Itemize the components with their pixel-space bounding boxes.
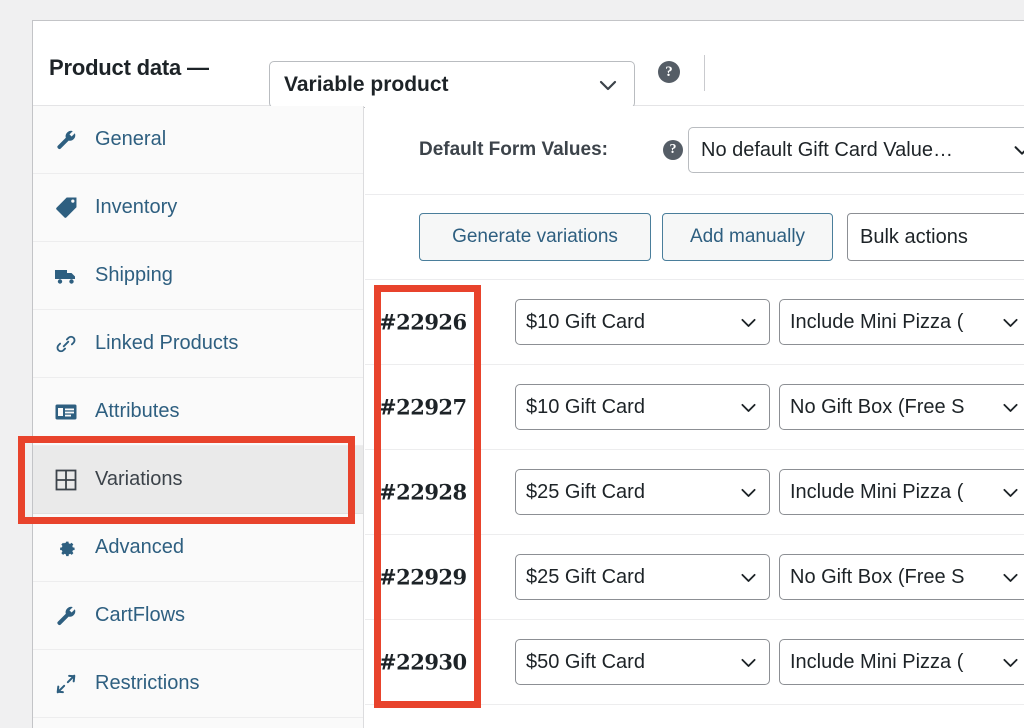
product-type-value: Variable product: [284, 73, 596, 97]
page-title: Product data —: [49, 55, 209, 81]
variation-giftbox-text: Include Mini Pizza (: [790, 311, 1000, 334]
variation-id[interactable]: #22927: [379, 395, 467, 420]
bulk-actions-select[interactable]: Bulk actions: [847, 213, 1024, 261]
product-data-panel: Product data — Variable product ? Genera…: [32, 20, 1024, 728]
variation-giftbox-select[interactable]: No Gift Box (Free S: [779, 384, 1024, 430]
wrench-icon: [53, 127, 79, 153]
default-form-values-label: Default Form Values:: [419, 139, 608, 161]
chevron-down-icon: [1000, 312, 1021, 333]
table-row: #22929 $25 Gift Card No Gift Box (Free S: [365, 535, 1024, 620]
variation-giftbox-text: Include Mini Pizza (: [790, 651, 1000, 674]
help-circle-icon[interactable]: ?: [663, 140, 683, 160]
grid-icon: [53, 467, 79, 493]
sidebar-item-linked-products[interactable]: Linked Products: [33, 310, 363, 378]
chevron-down-icon: [1011, 139, 1024, 161]
table-row: #22930 $50 Gift Card Include Mini Pizza …: [365, 620, 1024, 705]
variations-toolbar: Generate variations Add manually Bulk ac…: [365, 195, 1024, 280]
table-row: #22928 $25 Gift Card Include Mini Pizza …: [365, 450, 1024, 535]
panel-header: Product data — Variable product ?: [33, 21, 1024, 106]
product-data-tabs: General Inventory Shipping Linked Produc…: [33, 106, 364, 728]
variation-giftbox-select[interactable]: Include Mini Pizza (: [779, 299, 1024, 345]
variation-giftbox-text: No Gift Box (Free S: [790, 566, 1000, 589]
variation-id[interactable]: #22929: [379, 565, 467, 590]
shrink-arrows-icon: [53, 671, 79, 697]
bulk-actions-value: Bulk actions: [860, 226, 1024, 249]
header-divider: [704, 55, 705, 91]
variation-value-text: $10 Gift Card: [526, 311, 738, 334]
chevron-down-icon: [596, 73, 620, 97]
sidebar-item-general[interactable]: General: [33, 106, 363, 174]
sidebar-item-label: CartFlows: [95, 604, 185, 627]
chevron-down-icon: [738, 312, 759, 333]
variation-giftbox-select[interactable]: Include Mini Pizza (: [779, 469, 1024, 515]
sidebar-item-label: Attributes: [95, 400, 179, 423]
table-row: #22926 $10 Gift Card Include Mini Pizza …: [365, 280, 1024, 365]
variation-giftbox-text: Include Mini Pizza (: [790, 481, 1000, 504]
chevron-down-icon: [738, 397, 759, 418]
default-form-values-row: Default Form Values: ? No default Gift C…: [365, 106, 1024, 195]
sidebar-item-inventory[interactable]: Inventory: [33, 174, 363, 242]
sidebar-item-label: Advanced: [95, 536, 184, 559]
variation-value-select[interactable]: $50 Gift Card: [515, 639, 770, 685]
variation-id[interactable]: #22930: [379, 650, 467, 675]
chevron-down-icon: [738, 482, 759, 503]
chevron-down-icon: [1000, 397, 1021, 418]
variation-value-select[interactable]: $10 Gift Card: [515, 384, 770, 430]
chevron-down-icon: [1000, 567, 1021, 588]
sidebar-item-advanced[interactable]: Advanced: [33, 514, 363, 582]
sidebar-item-label: General: [95, 128, 166, 151]
truck-icon: [53, 263, 79, 289]
chevron-down-icon: [738, 652, 759, 673]
sidebar-item-label: Inventory: [95, 196, 177, 219]
variation-giftbox-select[interactable]: Include Mini Pizza (: [779, 639, 1024, 685]
generate-variations-button[interactable]: Generate variations: [419, 213, 651, 261]
variations-panel: Default Form Values: ? No default Gift C…: [365, 106, 1024, 728]
sidebar-item-cartflows[interactable]: CartFlows: [33, 582, 363, 650]
add-manually-button[interactable]: Add manually: [662, 213, 833, 261]
sidebar-item-label: Variations: [95, 468, 182, 491]
variation-value-select[interactable]: $25 Gift Card: [515, 554, 770, 600]
product-type-select[interactable]: Variable product: [269, 61, 635, 108]
sidebar-item-restrictions[interactable]: Restrictions: [33, 650, 363, 718]
variation-value-text: $25 Gift Card: [526, 481, 738, 504]
panel-body: General Inventory Shipping Linked Produc…: [33, 106, 1024, 728]
sidebar-item-label: Linked Products: [95, 332, 238, 355]
help-circle-icon[interactable]: ?: [658, 61, 680, 83]
default-form-values-value: No default Gift Card Value…: [701, 139, 1011, 162]
gear-icon: [53, 535, 79, 561]
chevron-down-icon: [738, 567, 759, 588]
link-icon: [53, 331, 79, 357]
table-row: #22927 $10 Gift Card No Gift Box (Free S: [365, 365, 1024, 450]
variation-value-select[interactable]: $25 Gift Card: [515, 469, 770, 515]
sidebar-item-variations[interactable]: Variations: [33, 446, 363, 514]
chevron-down-icon: [1000, 482, 1021, 503]
variation-value-text: $10 Gift Card: [526, 396, 738, 419]
variation-value-select[interactable]: $10 Gift Card: [515, 299, 770, 345]
variation-value-text: $50 Gift Card: [526, 651, 738, 674]
variation-value-text: $25 Gift Card: [526, 566, 738, 589]
variation-giftbox-text: No Gift Box (Free S: [790, 396, 1000, 419]
tag-icon: [53, 195, 79, 221]
variation-giftbox-select[interactable]: No Gift Box (Free S: [779, 554, 1024, 600]
sidebar-item-attributes[interactable]: Attributes: [33, 378, 363, 446]
wrench-icon: [53, 603, 79, 629]
sidebar-item-shipping[interactable]: Shipping: [33, 242, 363, 310]
variation-id[interactable]: #22928: [379, 480, 467, 505]
variation-id[interactable]: #22926: [379, 310, 467, 335]
sidebar-item-label: Restrictions: [95, 672, 199, 695]
variations-list: #22926 $10 Gift Card Include Mini Pizza …: [365, 280, 1024, 705]
sidebar-item-label: Shipping: [95, 264, 173, 287]
list-card-icon: [53, 399, 79, 425]
chevron-down-icon: [1000, 652, 1021, 673]
default-form-values-select[interactable]: No default Gift Card Value…: [688, 127, 1024, 173]
